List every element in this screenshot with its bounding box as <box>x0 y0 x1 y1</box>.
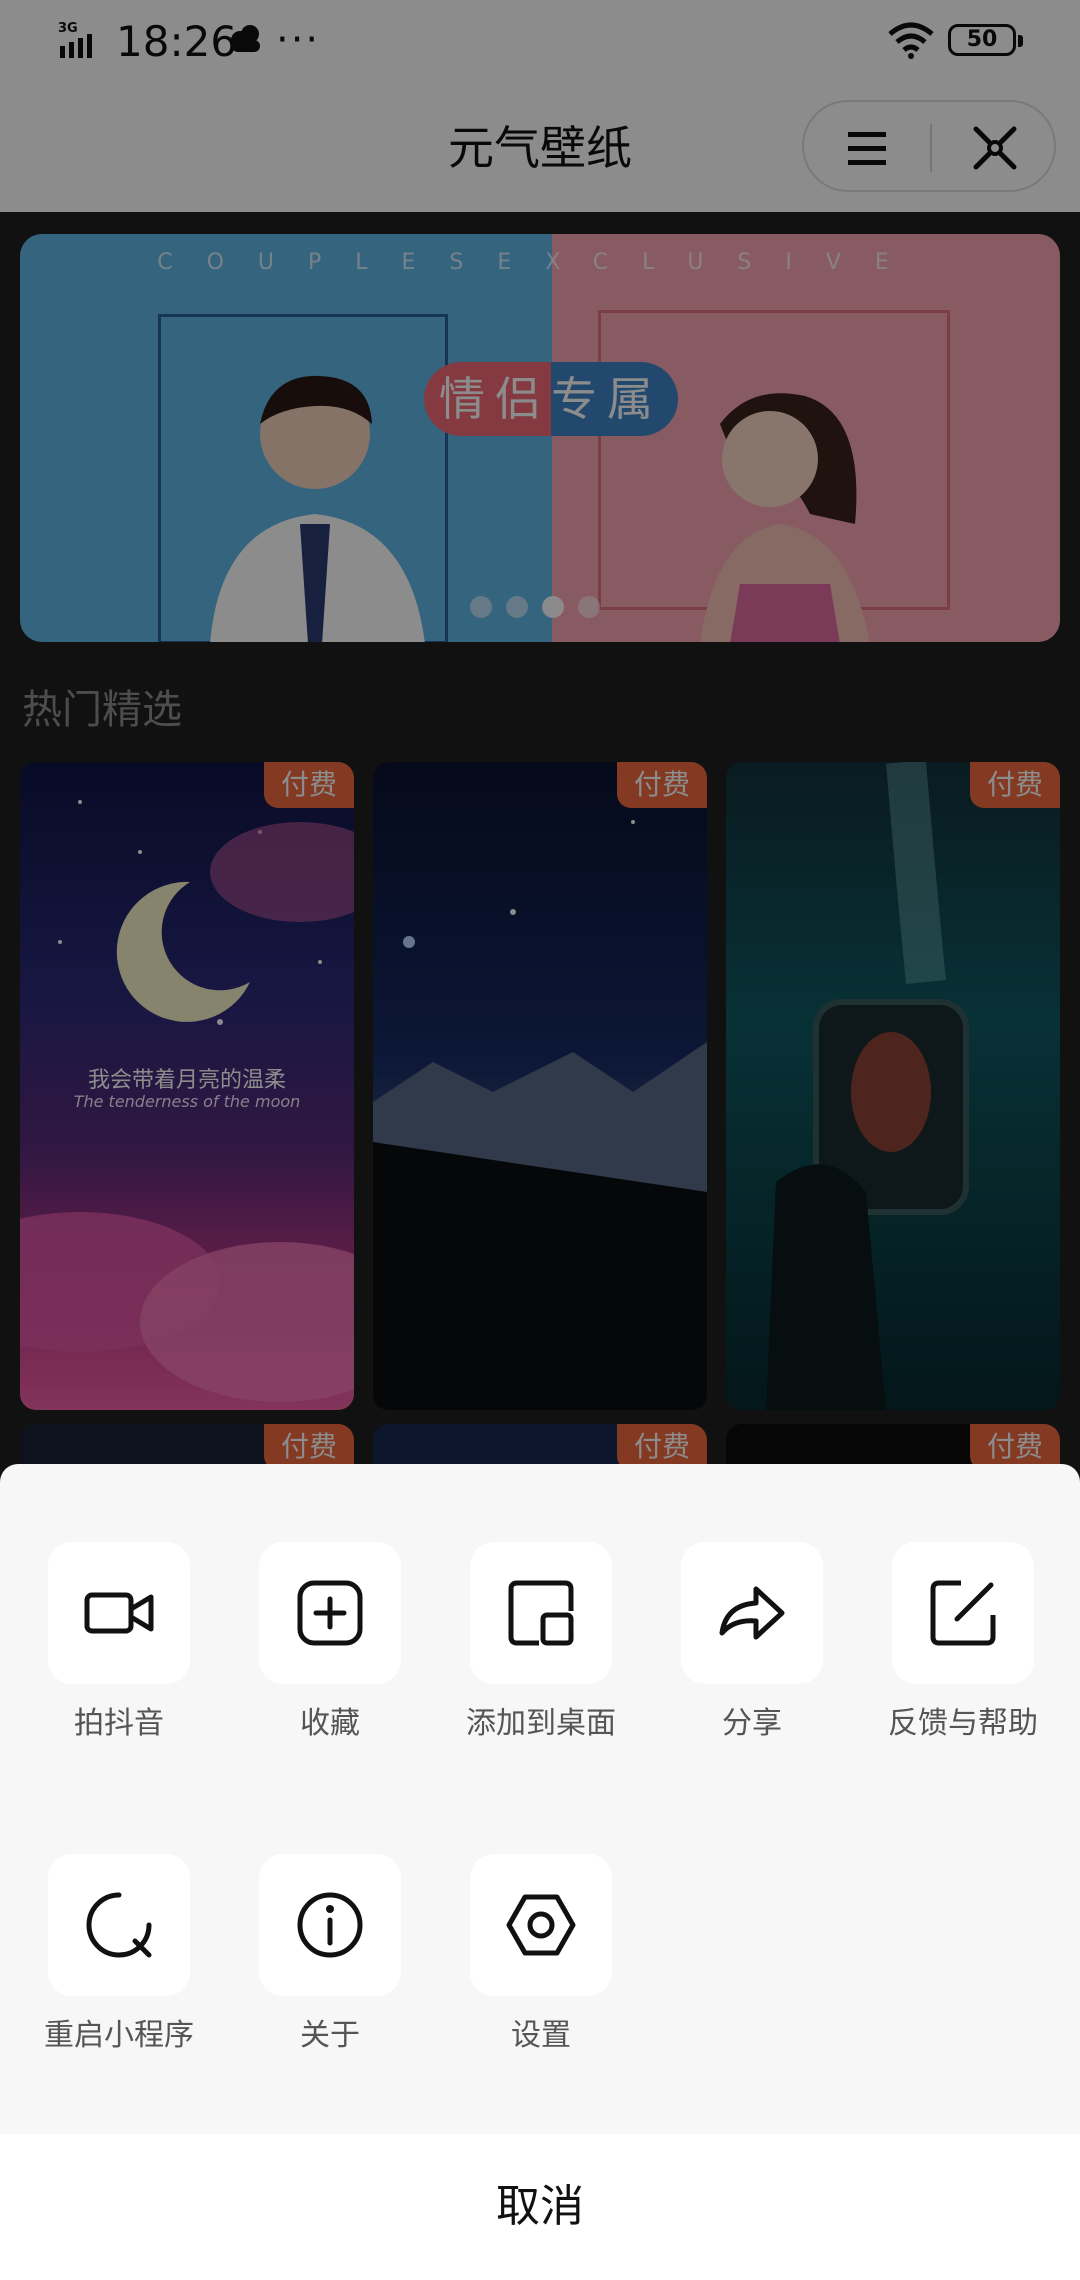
action-label: 设置 <box>511 2018 571 2053</box>
settings-hexagon-icon <box>506 1894 576 1956</box>
action-restart[interactable]: 重启小程序 <box>14 1854 224 2074</box>
action-share[interactable]: 分享 <box>647 1542 857 1762</box>
cancel-area: 取消 <box>0 2134 1080 2280</box>
action-feedback-help[interactable]: 反馈与帮助 <box>858 1542 1068 1762</box>
action-label: 反馈与帮助 <box>888 1706 1038 1741</box>
action-shoot-douyin[interactable]: 拍抖音 <box>14 1542 224 1762</box>
action-favorite[interactable]: 收藏 <box>225 1542 435 1762</box>
action-tile[interactable] <box>681 1542 823 1684</box>
action-tile[interactable] <box>259 1854 401 1996</box>
action-tile[interactable] <box>259 1542 401 1684</box>
share-arrow-icon <box>719 1586 785 1640</box>
action-tile[interactable] <box>470 1854 612 1996</box>
action-tile[interactable] <box>470 1542 612 1684</box>
info-icon <box>297 1892 363 1958</box>
action-sheet: 拍抖音 收藏 添加到桌面 分享 反馈与帮助 重启小程序 关于 设置 取消 <box>0 1464 1080 2280</box>
video-camera-icon <box>84 1592 154 1634</box>
action-tile[interactable] <box>48 1542 190 1684</box>
action-tile[interactable] <box>48 1854 190 1996</box>
action-tile[interactable] <box>892 1542 1034 1684</box>
cancel-button[interactable]: 取消 <box>0 2134 1080 2280</box>
add-to-desktop-icon <box>508 1580 574 1646</box>
restart-icon <box>86 1892 152 1958</box>
app-root: 3G 18:26 ··· 50 元气壁纸 COUPLESEXCLUSIVE 情侣… <box>0 0 1080 2280</box>
action-settings[interactable]: 设置 <box>436 1854 646 2074</box>
add-square-icon <box>297 1580 363 1646</box>
edit-feedback-icon <box>930 1580 996 1646</box>
action-add-to-desktop[interactable]: 添加到桌面 <box>436 1542 646 1762</box>
action-about[interactable]: 关于 <box>225 1854 435 2074</box>
